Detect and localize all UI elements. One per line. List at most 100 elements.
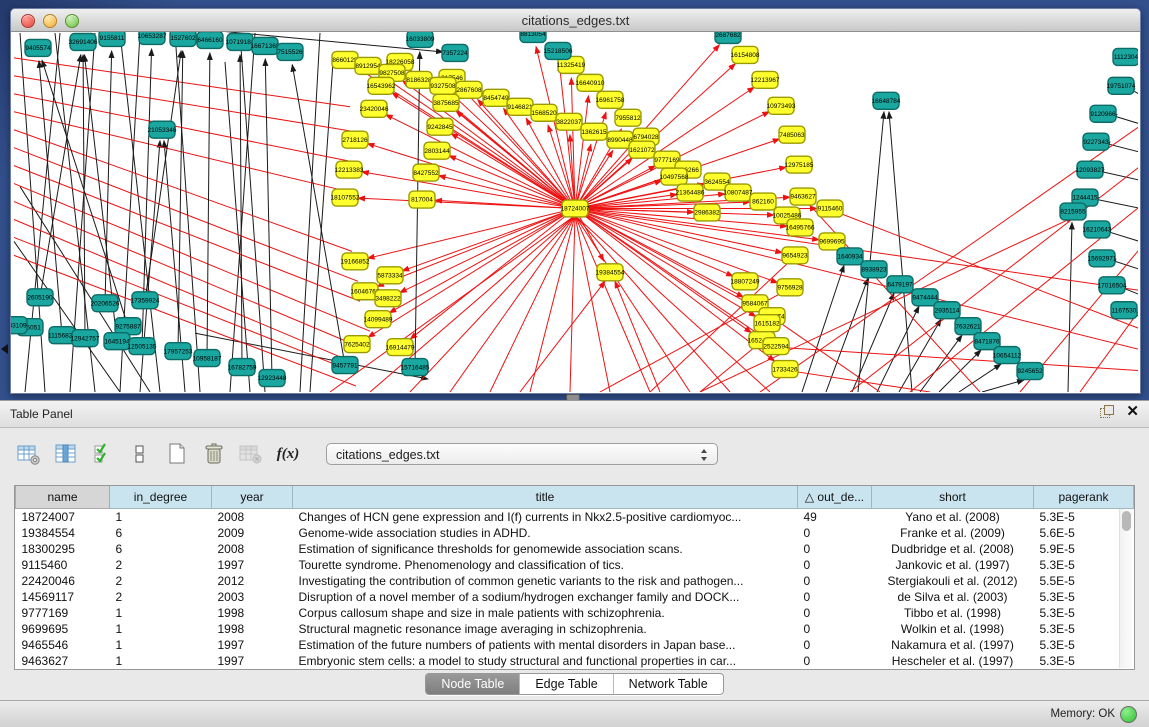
graph-node-yellow[interactable]: 10807487 — [724, 184, 753, 201]
graph-node-yellow[interactable]: 19166852 — [341, 253, 370, 270]
graph-node-yellow[interactable]: 8454749 — [483, 89, 509, 106]
table-cell[interactable]: Estimation of significance thresholds fo… — [293, 541, 798, 557]
column-header-short[interactable]: short — [872, 486, 1034, 509]
graph-edge[interactable] — [14, 241, 120, 392]
table-cell[interactable]: Investigating the contribution of common… — [293, 573, 798, 589]
graph-node-teal[interactable]: 9083109 — [11, 317, 27, 334]
table-cell[interactable]: Stergiakouli et al. (2012) — [872, 573, 1034, 589]
tab-node-table[interactable]: Node Table — [426, 674, 520, 694]
graph-edge[interactable] — [615, 281, 660, 392]
table-cell[interactable]: Embryonic stem cells: a model to study s… — [293, 653, 798, 669]
graph-edge[interactable] — [959, 364, 1001, 392]
graph-edge[interactable] — [14, 148, 358, 282]
graph-node-teal[interactable]: 7515526 — [277, 43, 303, 60]
graph-node-yellow[interactable]: 1733426 — [772, 361, 798, 378]
graph-node-teal[interactable]: 16033809 — [406, 32, 435, 47]
graph-node-yellow[interactable]: 16640910 — [576, 74, 605, 91]
column-header-name[interactable]: name — [16, 486, 110, 509]
graph-node-yellow[interactable]: 817004 — [409, 191, 435, 208]
graph-node-yellow[interactable]: 18724007 — [561, 200, 590, 217]
graph-edge[interactable] — [982, 380, 1024, 392]
graph-node-yellow[interactable]: 3822037 — [556, 113, 582, 130]
graph-node-teal[interactable]: 12942757 — [71, 330, 100, 347]
graph-edge[interactable] — [530, 215, 575, 392]
window-titlebar[interactable]: citations_edges.txt — [11, 9, 1140, 32]
graph-node-teal[interactable]: 12093827 — [1076, 161, 1105, 178]
graph-node-teal[interactable]: 21053346 — [148, 121, 177, 138]
graph-node-yellow[interactable]: 862160 — [750, 193, 776, 210]
graph-edge[interactable] — [785, 370, 930, 392]
graph-node-teal[interactable]: 16648784 — [872, 92, 901, 109]
tab-edge-table[interactable]: Edge Table — [520, 674, 613, 694]
graph-node-yellow[interactable]: 2803144 — [424, 142, 450, 159]
table-cell[interactable]: 6 — [110, 541, 212, 557]
graph-node-yellow[interactable]: 2718126 — [342, 131, 368, 148]
graph-node-yellow[interactable]: 23420046 — [360, 100, 389, 117]
graph-node-teal[interactable]: 12923448 — [258, 370, 287, 387]
graph-node-yellow[interactable]: 2522594 — [763, 338, 789, 355]
table-row[interactable]: 911546021997Tourette syndrome. Phenomeno… — [16, 557, 1134, 573]
table-cell[interactable]: 9465546 — [16, 637, 110, 653]
graph-node-teal[interactable]: 6479197 — [887, 276, 913, 293]
table-cell[interactable]: 0 — [798, 573, 872, 589]
graph-node-yellow[interactable]: 16154808 — [731, 46, 760, 63]
graph-node-yellow[interactable]: 5873334 — [377, 267, 403, 284]
graph-edge[interactable] — [175, 33, 200, 392]
table-row[interactable]: 969969511998Structural magnetic resonanc… — [16, 621, 1134, 637]
graph-node-teal[interactable]: 20206526 — [91, 295, 120, 312]
graph-edge[interactable] — [207, 53, 210, 358]
graph-edge[interactable] — [1092, 199, 1138, 210]
table-cell[interactable]: 1998 — [212, 621, 293, 637]
table-cell[interactable]: Jankovic et al. (1997) — [872, 557, 1034, 573]
table-cell[interactable]: Estimation of the future numbers of pati… — [293, 637, 798, 653]
graph-edge[interactable] — [450, 215, 575, 392]
graph-node-teal[interactable]: 9227343 — [1083, 133, 1109, 150]
graph-node-teal[interactable]: 17016504 — [1098, 277, 1127, 294]
graph-edge[interactable] — [451, 133, 575, 208]
table-cell[interactable]: 1997 — [212, 653, 293, 669]
graph-node-yellow[interactable]: 7955812 — [615, 109, 641, 126]
table-cell[interactable]: 1 — [110, 637, 212, 653]
graph-node-yellow[interactable]: 1362615 — [581, 123, 607, 140]
graph-node-yellow[interactable]: 10973493 — [767, 97, 796, 114]
graph-node-teal[interactable]: 19751074 — [1107, 77, 1136, 94]
table-cell[interactable]: 1 — [110, 653, 212, 669]
graph-node-yellow[interactable]: 16961758 — [596, 91, 625, 108]
network-view-window[interactable]: citations_edges.txt 18724007866012889129… — [10, 8, 1141, 394]
graph-node-yellow[interactable]: 12975185 — [785, 156, 814, 173]
graph-node-teal[interactable]: 10654112 — [993, 347, 1022, 364]
table-row[interactable]: 1872400712008Changes of HCN gene express… — [16, 509, 1134, 526]
graph-edge[interactable] — [520, 281, 605, 392]
graph-node-teal[interactable]: 15218506 — [544, 42, 573, 59]
table-cell[interactable]: Corpus callosum shape and size in male p… — [293, 605, 798, 621]
graph-node-yellow[interactable]: 7625402 — [344, 336, 370, 353]
close-panel-icon[interactable]: ✕ — [1126, 405, 1139, 419]
graph-node-teal[interactable]: 15692971 — [1088, 250, 1117, 267]
graph-node-yellow[interactable]: 8186328 — [406, 71, 432, 88]
splitter-collapse-arrow[interactable] — [1, 344, 8, 354]
graph-node-teal[interactable]: 7632621 — [955, 318, 981, 335]
table-row[interactable]: 2242004622012Investigating the contribut… — [16, 573, 1134, 589]
table-cell[interactable]: 22420046 — [16, 573, 110, 589]
table-cell[interactable]: Yano et al. (2008) — [872, 509, 1034, 526]
graph-node-teal[interactable]: 2605190 — [27, 289, 53, 306]
network-canvas[interactable]: 1872400786601288912954182260589827508165… — [11, 32, 1138, 392]
table-cell[interactable]: 1997 — [212, 557, 293, 573]
graph-node-yellow[interactable]: 7485063 — [779, 126, 805, 143]
graph-node-yellow[interactable]: 12213967 — [751, 71, 780, 88]
graph-node-teal[interactable]: 1640934 — [837, 248, 863, 265]
row-height-icon[interactable] — [127, 441, 153, 467]
graph-edge[interactable] — [14, 255, 356, 386]
table-cell[interactable]: Wolkin et al. (1998) — [872, 621, 1034, 637]
table-cell[interactable]: 9699695 — [16, 621, 110, 637]
table-cell[interactable]: 0 — [798, 525, 872, 541]
graph-node-teal[interactable]: 16782759 — [228, 359, 257, 376]
graph-node-yellow[interactable]: 2986382 — [694, 204, 720, 221]
table-cell[interactable]: 1 — [110, 605, 212, 621]
graph-node-teal[interactable]: 9120966 — [1090, 105, 1116, 122]
graph-node-teal[interactable]: 17957253 — [164, 343, 193, 360]
graph-edge[interactable] — [330, 215, 575, 392]
graph-edge[interactable] — [575, 209, 787, 227]
graph-edge[interactable] — [570, 215, 575, 392]
table-row[interactable]: 977716911998Corpus callosum shape and si… — [16, 605, 1134, 621]
